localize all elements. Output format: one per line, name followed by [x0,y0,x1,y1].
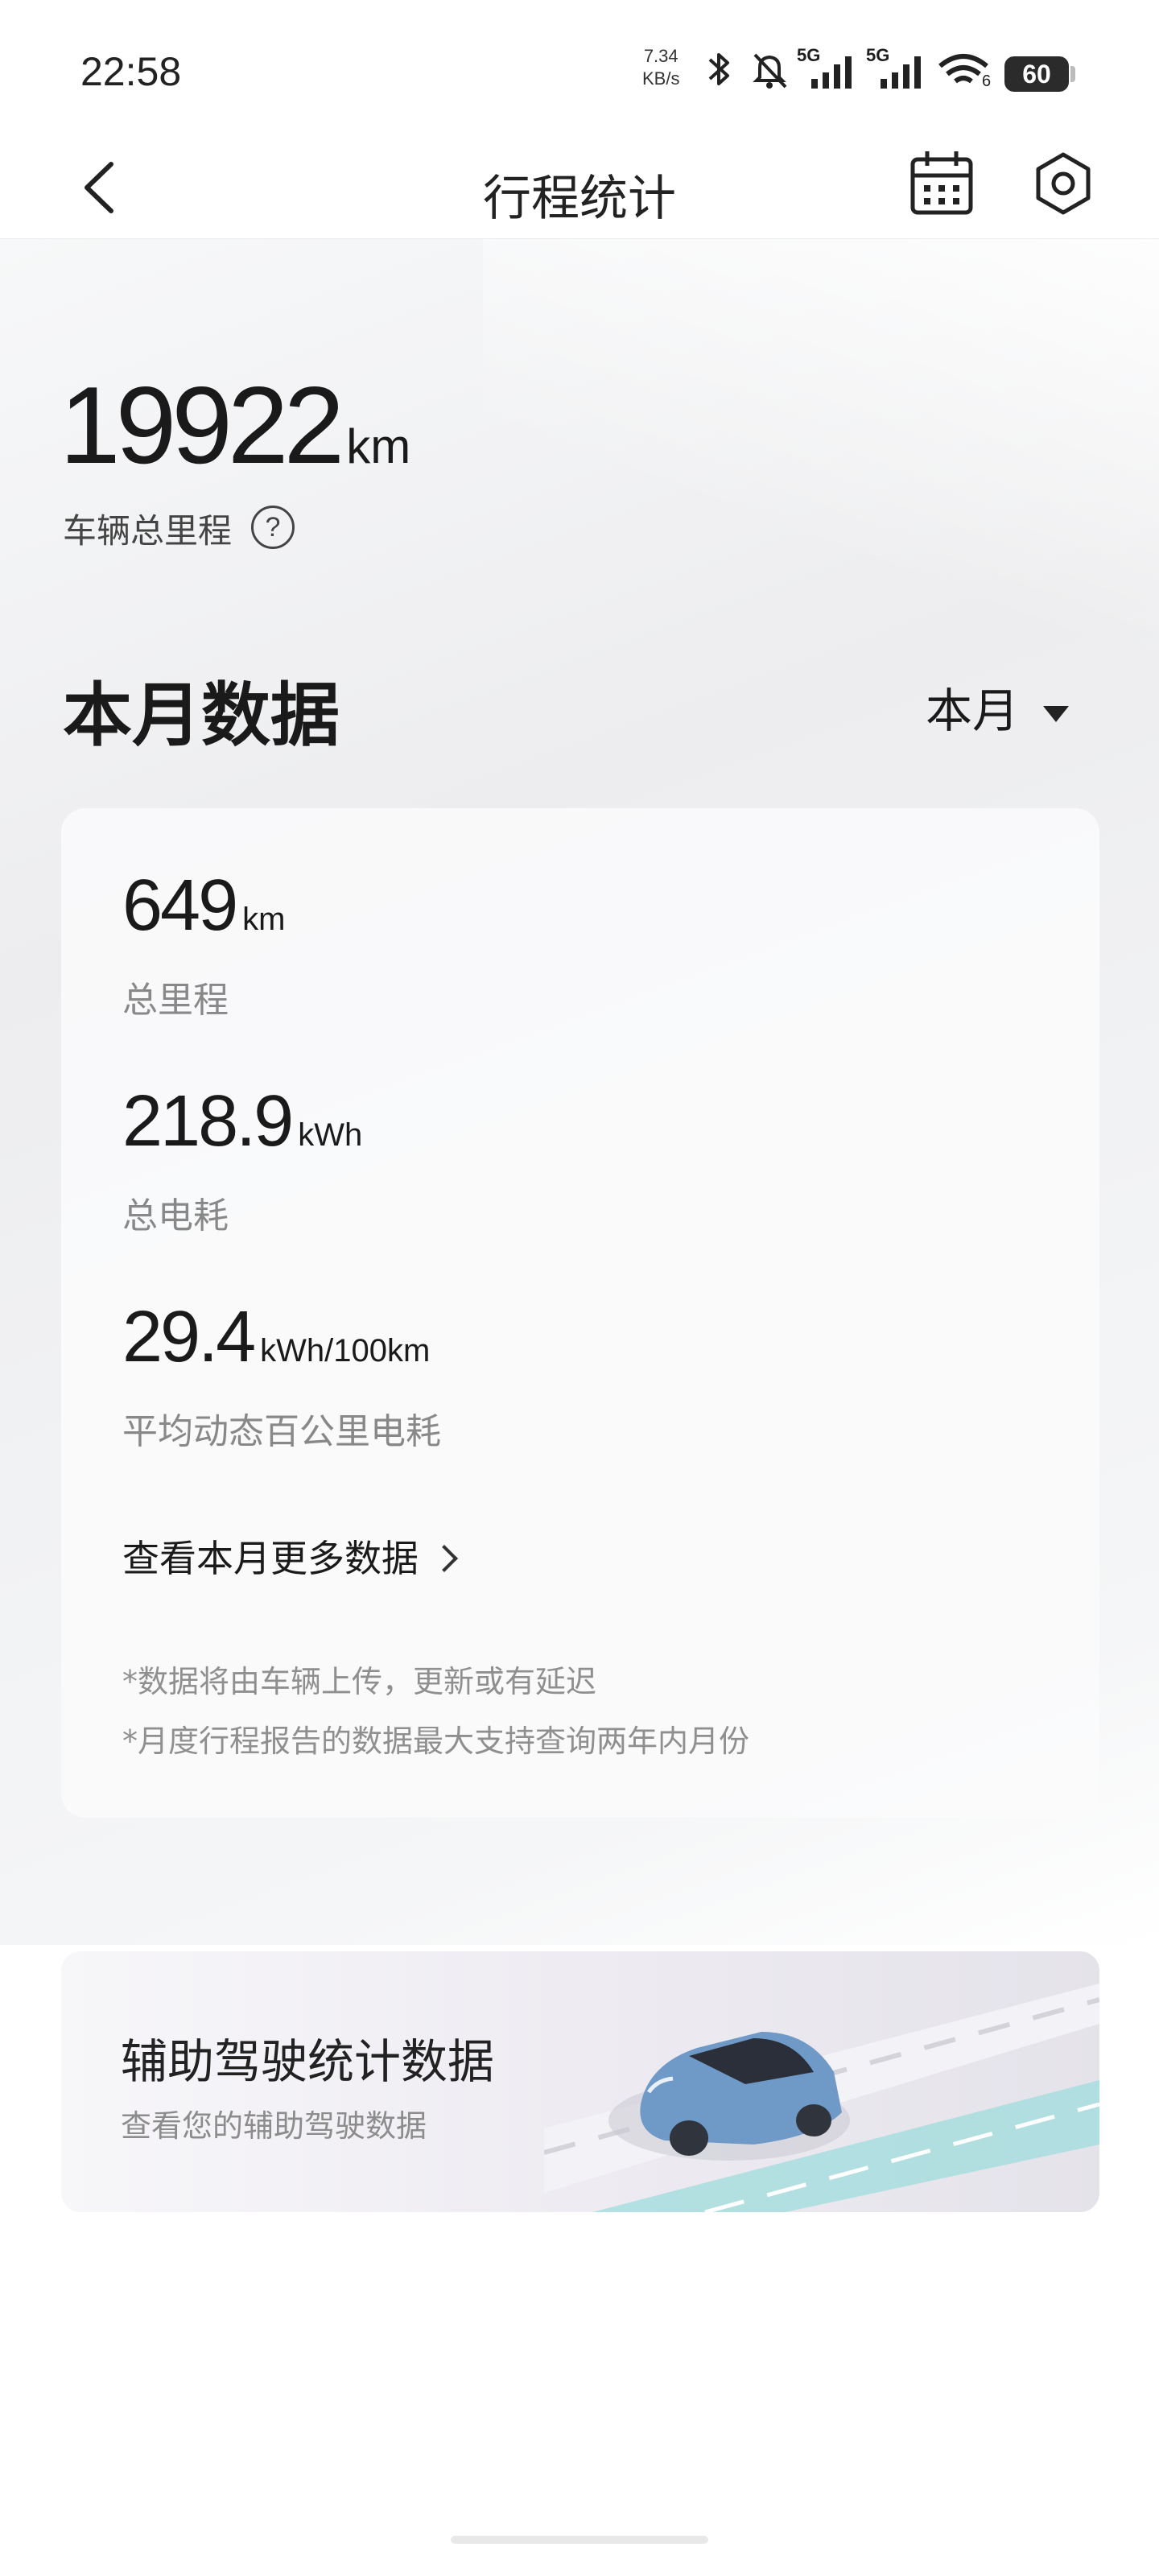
metric-unit: kWh/100km [260,1333,431,1368]
bluetooth-icon [708,53,729,85]
metric-label: 总里程 [122,980,229,1021]
signal-bars-icon [811,56,852,89]
month-dropdown[interactable]: 本月 [926,673,1070,741]
wifi-badge: 6 [982,72,992,90]
background-light-streak [483,238,1159,721]
footnote: *数据将由车辆上传，更新或有延迟 [122,1664,597,1699]
car-road-illustration [544,1984,1099,2212]
metric-total-distance: 649 km [122,865,286,947]
signal-bars-icon [881,56,921,89]
view-more-link[interactable]: 查看本月更多数据 [122,1530,458,1583]
network-speed-unit: KB/s [642,68,680,89]
caret-down-icon [1043,705,1070,722]
network-speed: 7.34 KB/s [642,45,679,90]
signal-2: 5G [866,45,930,93]
signal-1: 5G [797,45,861,93]
assisted-driving-banner[interactable]: 辅助驾驶统计数据 查看您的辅助驾驶数据 [61,1951,1099,2212]
metric-total-energy: 218.9 kWh [122,1080,362,1163]
bell-muted-icon [753,53,787,89]
network-speed-value: 7.34 [643,46,678,66]
home-indicator[interactable] [451,2536,708,2544]
metric-label: 平均动态百公里电耗 [122,1411,441,1452]
metric-value: 649 [122,865,238,946]
metric-value: 29.4 [122,1297,256,1377]
metric-value: 218.9 [122,1081,294,1162]
banner-subtitle: 查看您的辅助驾驶数据 [121,2108,427,2144]
total-mileage-value: 19922 [60,364,344,486]
view-more-label: 查看本月更多数据 [122,1537,419,1580]
battery-indicator: 60 [1004,56,1075,92]
metric-unit: kWh [298,1117,363,1153]
total-mileage-unit: km [346,419,411,473]
monthly-data-card: 649 km 总里程 218.9 kWh 总电耗 29.4 kWh/100km 平均动… [61,808,1099,1818]
footnote: *月度行程报告的数据最大支持查询两年内月份 [122,1724,750,1759]
month-dropdown-label: 本月 [926,683,1020,738]
total-mileage-label: 车辆总里程 [63,511,233,551]
top-app-bar: 行程统计 [0,137,1159,239]
total-mileage: 19922 km [60,362,410,488]
metric-avg-consumption: 29.4 kWh/100km [122,1296,430,1379]
chevron-right-icon [431,1544,458,1572]
wifi: 6 [937,45,996,93]
status-time: 22:58 [80,49,182,94]
help-icon[interactable]: ? [251,506,295,549]
page-title: 行程统计 [483,171,676,227]
calendar-icon[interactable] [908,145,977,222]
status-bar: 22:58 7.34 KB/s 5G 5G 6 60 [0,0,1159,137]
settings-icon[interactable] [1027,145,1099,222]
banner-title: 辅助驾驶统计数据 [121,2034,495,2089]
metric-label: 总电耗 [122,1195,229,1236]
metric-unit: km [242,902,286,937]
section-title: 本月数据 [63,675,340,756]
